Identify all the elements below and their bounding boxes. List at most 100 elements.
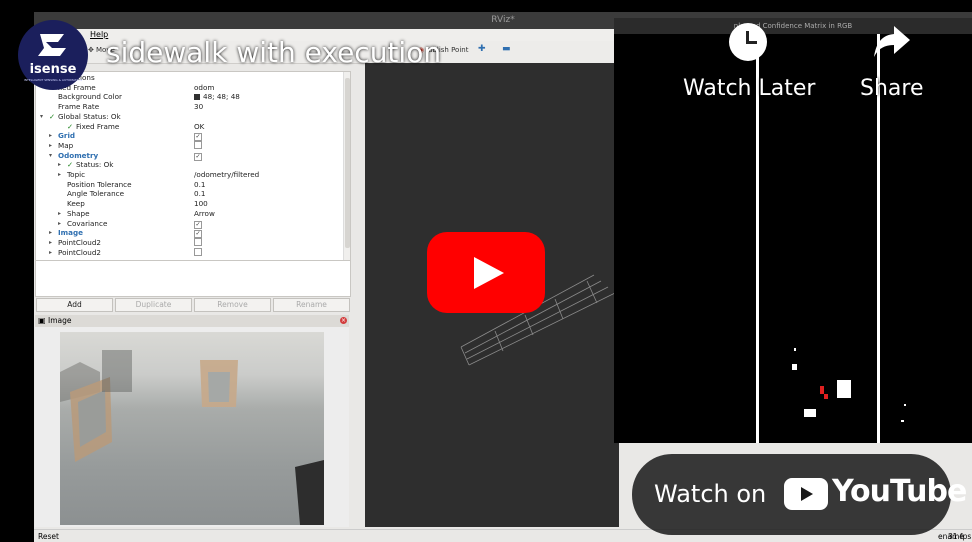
duplicate-button[interactable]: Duplicate — [115, 298, 192, 312]
watch-later-label[interactable]: Watch Later — [683, 76, 815, 101]
display-row[interactable]: ▸ Image ✓ — [36, 228, 336, 239]
youtube-play-logo-icon — [784, 478, 828, 510]
camera-scene — [60, 350, 324, 525]
watch-on-youtube-button[interactable]: Watch on YouTube — [632, 454, 967, 535]
image-panel-icon: ▣ — [38, 316, 46, 325]
display-row-name: Covariance — [67, 218, 108, 228]
display-row[interactable]: Background Color 48; 48; 48 — [36, 92, 336, 102]
display-row-value: OK — [194, 121, 205, 131]
display-row-value: odom — [194, 82, 215, 92]
clock-icon[interactable] — [729, 23, 767, 61]
display-row-value: 0.1 — [194, 189, 206, 199]
display-row-name: Grid — [58, 131, 76, 141]
collapse-arrow-icon[interactable]: ▾ — [40, 112, 43, 122]
display-row-name: Angle Tolerance — [67, 189, 125, 199]
channel-logo-subtext: INTELLIGENT SENSING & AUTOMATION — [23, 78, 83, 82]
status-ok-icon: ✓ — [49, 111, 56, 121]
camera-image — [60, 332, 324, 525]
logo-mark-icon — [38, 34, 66, 56]
reset-button[interactable]: Reset — [38, 530, 59, 542]
display-row-value: Arrow — [194, 208, 215, 218]
close-icon[interactable]: × — [340, 317, 347, 324]
display-row-value[interactable] — [194, 247, 202, 259]
confidence-window-title: nlarged Confidence Matrix in RGB — [614, 18, 972, 34]
display-row[interactable]: Angle Tolerance 0.1 — [36, 189, 336, 199]
display-row-name: Frame Rate — [58, 102, 100, 112]
display-row-value: 0.1 — [194, 179, 206, 189]
display-row[interactable]: ✓ Fixed Frame OK — [36, 122, 336, 132]
fps-readout: 31 fps — [948, 532, 972, 541]
display-row[interactable]: ▸ PointCloud2 — [36, 237, 336, 248]
share-icon[interactable] — [872, 24, 912, 60]
expand-arrow-icon[interactable]: ▸ — [58, 170, 61, 180]
displays-scrollbar[interactable] — [343, 72, 350, 260]
display-row-name: Topic — [67, 170, 86, 179]
expand-arrow-icon[interactable]: ▸ — [49, 131, 52, 141]
watch-on-label: Watch on — [654, 480, 767, 508]
display-row[interactable]: ▸ Grid ✓ — [36, 131, 336, 142]
color-swatch[interactable] — [194, 94, 200, 101]
move-camera-icon[interactable]: ✥ — [88, 46, 94, 54]
add-button[interactable]: Add — [36, 298, 113, 312]
video-title[interactable]: sidewalk with execution — [106, 36, 441, 69]
display-row[interactable]: ▸ Map — [36, 140, 336, 151]
display-row[interactable]: ▾ Odometry ✓ — [36, 151, 336, 161]
expand-arrow-icon[interactable]: ▸ — [49, 248, 52, 258]
display-row-name: Fixed Frame — [76, 121, 120, 131]
status-ok-icon: ✓ — [67, 160, 74, 170]
expand-arrow-icon[interactable]: ▸ — [49, 228, 52, 238]
display-row[interactable]: xed Frame odom — [36, 83, 336, 93]
remove-tool-icon[interactable]: ▬ — [502, 44, 511, 54]
play-button[interactable] — [427, 232, 545, 313]
displays-panel: Options xed Frame odom Background Color 48; … — [35, 71, 351, 261]
add-tool-icon[interactable]: ✚ — [478, 44, 486, 54]
display-row-name: PointCloud2 — [58, 247, 101, 257]
expand-arrow-icon[interactable]: ▸ — [49, 238, 52, 248]
display-row[interactable]: Keep 100 — [36, 199, 336, 209]
display-row-name: Image — [58, 228, 84, 238]
status-ok-icon: ✓ — [67, 121, 74, 131]
channel-logo-text: isense — [29, 62, 77, 77]
display-row-name: Map — [58, 140, 74, 150]
display-checkbox[interactable] — [194, 237, 202, 246]
display-checkbox[interactable] — [194, 247, 202, 256]
display-row[interactable]: ▸ ✓ Status: Ok — [36, 160, 336, 170]
display-row-value[interactable]: ✓ — [194, 228, 202, 239]
display-row[interactable]: ▸ Covariance ✓ — [36, 219, 336, 229]
display-row-value[interactable]: ✓ — [194, 219, 202, 229]
expand-arrow-icon[interactable]: ▸ — [58, 219, 61, 229]
expand-arrow-icon[interactable]: ▸ — [58, 160, 61, 170]
collapse-arrow-icon[interactable]: ▾ — [49, 151, 52, 161]
image-panel-title: Image — [48, 316, 72, 325]
play-icon — [474, 257, 504, 289]
display-row[interactable]: Position Tolerance 0.1 — [36, 180, 336, 190]
display-row-value: 100 — [194, 199, 208, 209]
display-row-name: Position Tolerance — [67, 179, 132, 189]
remove-button[interactable]: Remove — [194, 298, 271, 312]
display-row[interactable]: ▸ Topic/odometry/filtered — [36, 170, 336, 180]
expand-arrow-icon[interactable]: ▸ — [58, 209, 61, 219]
display-row-value: 48; 48; 48 — [194, 92, 240, 102]
share-label[interactable]: Share — [860, 76, 924, 101]
youtube-wordmark: YouTube — [832, 474, 967, 509]
display-checkbox[interactable] — [194, 140, 202, 149]
display-row[interactable]: ▾ ✓ Global Status: Ok — [36, 112, 336, 122]
image-panel-header: ▣ Image × — [35, 315, 349, 327]
display-row[interactable]: Frame Rate 30 — [36, 102, 336, 112]
display-row-name: Global Status: Ok — [58, 111, 121, 121]
display-row-value: 30 — [194, 102, 204, 112]
display-row[interactable]: ▸ PointCloud2 — [36, 247, 336, 259]
display-row-name: Keep — [67, 199, 85, 209]
display-row-name: PointCloud2 — [58, 237, 101, 247]
display-row-value: /odometry/filtered — [194, 170, 260, 179]
display-row-name: Status: Ok — [76, 160, 114, 170]
display-row-name: Background Color — [58, 92, 122, 102]
display-row-value[interactable]: ✓ — [194, 151, 202, 161]
display-row[interactable]: ▸ Shape Arrow — [36, 209, 336, 219]
display-row-name: Odometry — [58, 150, 99, 160]
display-row-name: Shape — [67, 208, 90, 218]
expand-arrow-icon[interactable]: ▸ — [49, 141, 52, 151]
rename-button[interactable]: Rename — [273, 298, 350, 312]
display-row-value[interactable]: ✓ — [194, 131, 202, 142]
display-description-box — [35, 260, 351, 297]
